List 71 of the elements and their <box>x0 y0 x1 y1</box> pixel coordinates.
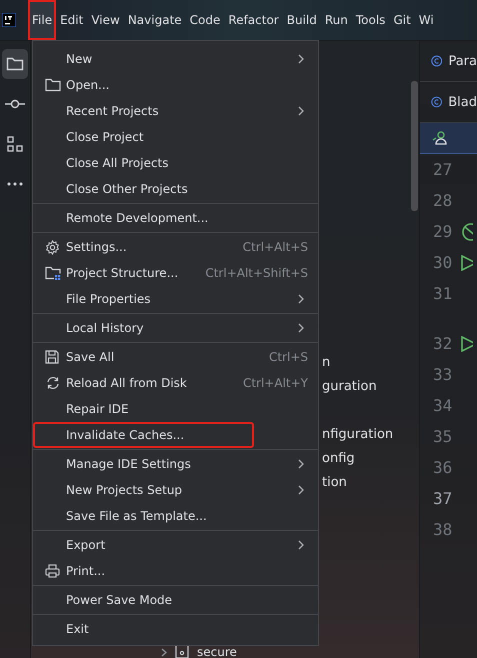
menu-item[interactable]: New <box>33 46 318 72</box>
menu-bar-item[interactable]: File <box>28 0 56 40</box>
menu-item[interactable]: Invalidate Caches... <box>33 422 254 448</box>
menu-bar-item[interactable]: Build <box>282 0 321 40</box>
menu-item[interactable]: Save File as Template... <box>33 503 318 529</box>
menu-item[interactable]: Reload All from Disk Ctrl+Alt+Y <box>33 370 318 396</box>
menu-item[interactable]: Manage IDE Settings <box>33 451 318 477</box>
menu-item[interactable]: File Properties <box>33 286 318 312</box>
structure-icon <box>7 136 23 152</box>
commit-icon <box>5 99 25 109</box>
menu-bar-item[interactable]: Wi <box>414 0 438 40</box>
run-icon[interactable] <box>461 254 473 270</box>
app-logo-icon <box>2 13 16 27</box>
class-icon <box>431 95 442 109</box>
line-number: 29 <box>433 222 454 241</box>
reload-icon <box>45 376 61 390</box>
package-icon <box>175 645 189 658</box>
menu-bar-item[interactable]: Edit <box>56 0 88 40</box>
line-number: 37 <box>433 489 454 508</box>
project-button[interactable] <box>2 49 28 79</box>
line-number: 34 <box>433 396 454 415</box>
menu-item[interactable]: Open... <box>33 72 318 98</box>
menu-item[interactable]: Close Other Projects <box>33 176 318 202</box>
menu-bar-item[interactable]: View <box>87 0 124 40</box>
line-number: 32 <box>433 334 454 353</box>
print-icon <box>45 564 60 578</box>
menu-bar-item[interactable]: Refactor <box>224 0 283 40</box>
line-number: 33 <box>433 365 454 384</box>
tree-item[interactable]: guration <box>322 375 377 399</box>
tree-item[interactable]: onfig <box>322 447 355 471</box>
tree-item[interactable]: secure <box>197 646 237 658</box>
menu-item[interactable]: Local History <box>33 315 318 341</box>
line-number: 30 <box>433 253 454 272</box>
line-number: 35 <box>433 427 454 446</box>
menu-item[interactable]: Project Structure... Ctrl+Alt+Shift+S <box>33 260 318 286</box>
menu-item[interactable]: Export <box>33 532 318 558</box>
menu-item[interactable]: Repair IDE <box>33 396 318 422</box>
menu-item[interactable]: Settings... Ctrl+Alt+S <box>33 234 318 260</box>
menu-item[interactable]: Recent Projects <box>33 98 318 124</box>
settings-icon <box>45 240 60 254</box>
menu-item[interactable]: Power Save Mode <box>33 587 318 613</box>
tree-item[interactable]: nfiguration <box>322 423 394 447</box>
more-icon <box>7 182 23 186</box>
folder-icon <box>45 78 61 92</box>
editor-tab[interactable]: Para <box>420 41 477 82</box>
folder-grid-icon <box>45 266 61 280</box>
line-number: 38 <box>433 520 454 539</box>
save-icon <box>45 350 59 364</box>
line-number: 36 <box>433 458 454 477</box>
menu-item[interactable]: New Projects Setup <box>33 477 318 503</box>
run-icon[interactable] <box>461 336 473 352</box>
tree-item[interactable]: tion <box>322 471 347 495</box>
menu-item[interactable]: Remote Development... <box>33 205 318 231</box>
menu-item[interactable]: Save All Ctrl+S <box>33 344 318 370</box>
menu-bar-item[interactable]: Code <box>186 0 224 40</box>
menu-bar-item[interactable]: Git <box>389 0 415 40</box>
class-icon <box>431 54 442 68</box>
folder-icon <box>6 56 24 72</box>
menu-item[interactable]: Close Project <box>33 124 318 150</box>
menu-bar-item[interactable]: Run <box>320 0 352 40</box>
menu-bar-item[interactable]: Navigate <box>124 0 186 40</box>
menu-bar-item[interactable]: Tools <box>352 0 390 40</box>
line-number: 28 <box>433 191 454 210</box>
scrollbar[interactable] <box>411 81 418 211</box>
line-number: 31 <box>433 284 454 303</box>
menu-item[interactable]: Close All Projects <box>33 150 318 176</box>
line-number: 27 <box>433 160 454 179</box>
tree-item[interactable]: n <box>322 351 330 375</box>
menu-item[interactable]: Print... <box>33 558 318 584</box>
person-icon <box>432 131 448 145</box>
menu-item[interactable]: Exit <box>33 616 318 642</box>
